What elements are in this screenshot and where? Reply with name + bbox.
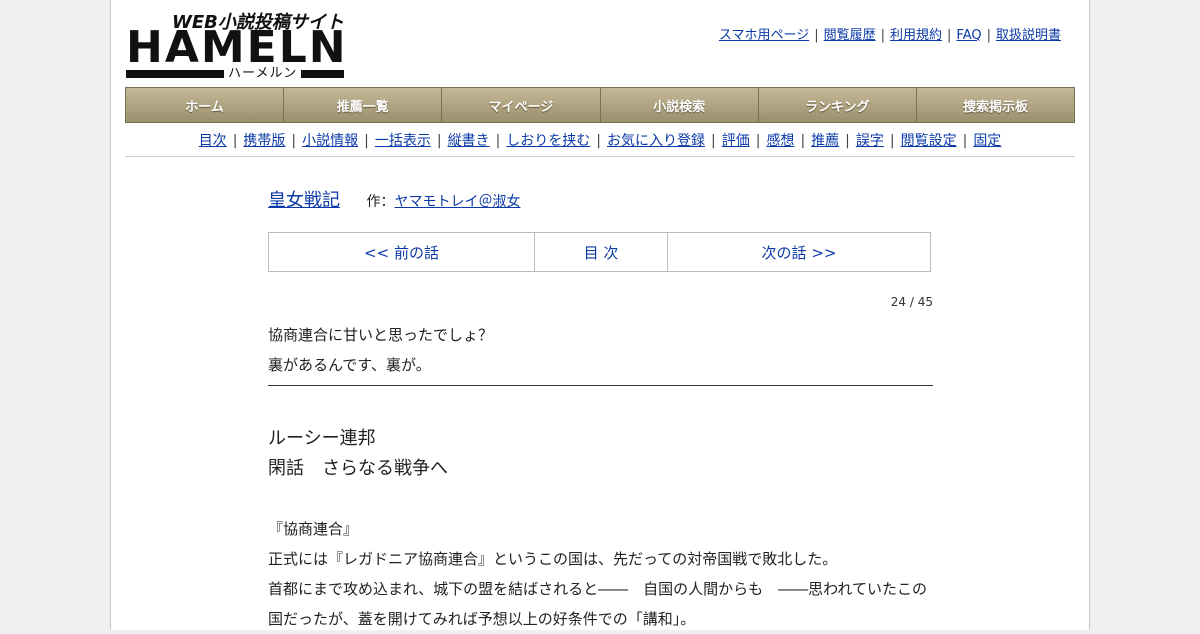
subnav-toc[interactable]: 目次 — [199, 133, 227, 149]
site-logo[interactable]: WEB小説投稿サイト HAMELN ハーメルン — [126, 8, 346, 81]
subnav-suggest[interactable]: 推薦 — [811, 133, 839, 149]
preface-line: 裏があるんです、裏が。 — [268, 356, 431, 374]
chapter-counter: 24 / 45 — [890, 295, 933, 309]
preface-line: 協商連合に甘いと思ったでしょ？ — [268, 326, 494, 344]
author-link[interactable]: ヤマモトレイ＠淑女 — [394, 194, 520, 210]
subnav-pin[interactable]: 固定 — [973, 133, 1001, 149]
chapter-body: 『協商連合』 正式には『レガドニア協商連合』というこの国は、先だっての対帝国戦で… — [268, 514, 938, 634]
main-nav: ホーム 推薦一覧 マイページ 小説検索 ランキング 捜索掲示板 — [125, 87, 1075, 123]
subnav-mobile[interactable]: 携帯版 — [243, 133, 285, 149]
body-line: 正式には『レガドニア協商連合』というこの国は、先だっての対帝国戦で敗北した。 — [268, 550, 838, 568]
nav-board[interactable]: 捜索掲示板 — [916, 88, 1075, 122]
link-smartphone[interactable]: スマホ用ページ — [719, 28, 809, 43]
subnav-bookmark[interactable]: しおりを挟む — [506, 133, 590, 149]
subnav-typo[interactable]: 誤字 — [856, 133, 884, 149]
link-history[interactable]: 閲覧履歴 — [824, 28, 876, 43]
nav-mypage[interactable]: マイページ — [442, 88, 601, 122]
link-faq[interactable]: FAQ — [956, 28, 981, 43]
subnav-settings[interactable]: 閲覧設定 — [901, 133, 957, 149]
nav-search[interactable]: 小説検索 — [600, 88, 759, 122]
preface: 協商連合に甘いと思ったでしょ？ 裏があるんです、裏が。 — [268, 320, 493, 380]
chapter-arc: ルーシー連邦 — [268, 428, 376, 449]
page-container: WEB小説投稿サイト HAMELN ハーメルン スマホ用ページ | 閲覧履歴 | 利用規… — [110, 0, 1090, 630]
body-line: 首都にまで攻め込まれ、城下の盟を結ばされると―― 自国の人間からも ――思われて… — [268, 580, 927, 598]
logo-kana: ハーメルン — [224, 62, 302, 81]
top-links: スマホ用ページ | 閲覧履歴 | 利用規約 | FAQ | 取扱説明書 — [718, 28, 1061, 43]
divider — [125, 156, 1075, 157]
nav-ranking[interactable]: ランキング — [758, 88, 917, 122]
sub-nav: 目次 | 携帯版 | 小説情報 | 一括表示 | 縦書き | しおりを挟む | お気に入り登録 | 評価 | 感… — [198, 133, 1002, 149]
chapter-pager: << 前の話 目 次 次の話 >> — [268, 232, 931, 272]
subnav-review[interactable]: 感想 — [766, 133, 794, 149]
novel-header: 皇女戦記 作：ヤマモトレイ＠淑女 — [268, 186, 520, 212]
toc-button[interactable]: 目 次 — [535, 233, 668, 271]
body-line: 『協商連合』 — [268, 520, 359, 538]
link-manual[interactable]: 取扱説明書 — [996, 28, 1061, 43]
nav-home[interactable]: ホーム — [126, 88, 285, 122]
nav-recommend[interactable]: 推薦一覧 — [284, 88, 443, 122]
chapter-subtitle: 閑話 さらなる戦争へ — [268, 458, 448, 479]
next-chapter-button[interactable]: 次の話 >> — [668, 233, 930, 271]
subnav-vertical[interactable]: 縦書き — [448, 133, 490, 149]
subnav-all[interactable]: 一括表示 — [375, 133, 431, 149]
subnav-rating[interactable]: 評価 — [722, 133, 750, 149]
link-terms[interactable]: 利用規約 — [890, 28, 942, 43]
prev-chapter-button[interactable]: << 前の話 — [269, 233, 535, 271]
author-prefix: 作： — [366, 194, 395, 210]
chapter-title: ルーシー連邦 閑話 さらなる戦争へ — [268, 424, 448, 484]
preface-divider — [268, 385, 933, 386]
subnav-info[interactable]: 小説情報 — [302, 133, 358, 149]
novel-title[interactable]: 皇女戦記 — [268, 190, 340, 211]
subnav-favorite[interactable]: お気に入り登録 — [607, 133, 705, 149]
